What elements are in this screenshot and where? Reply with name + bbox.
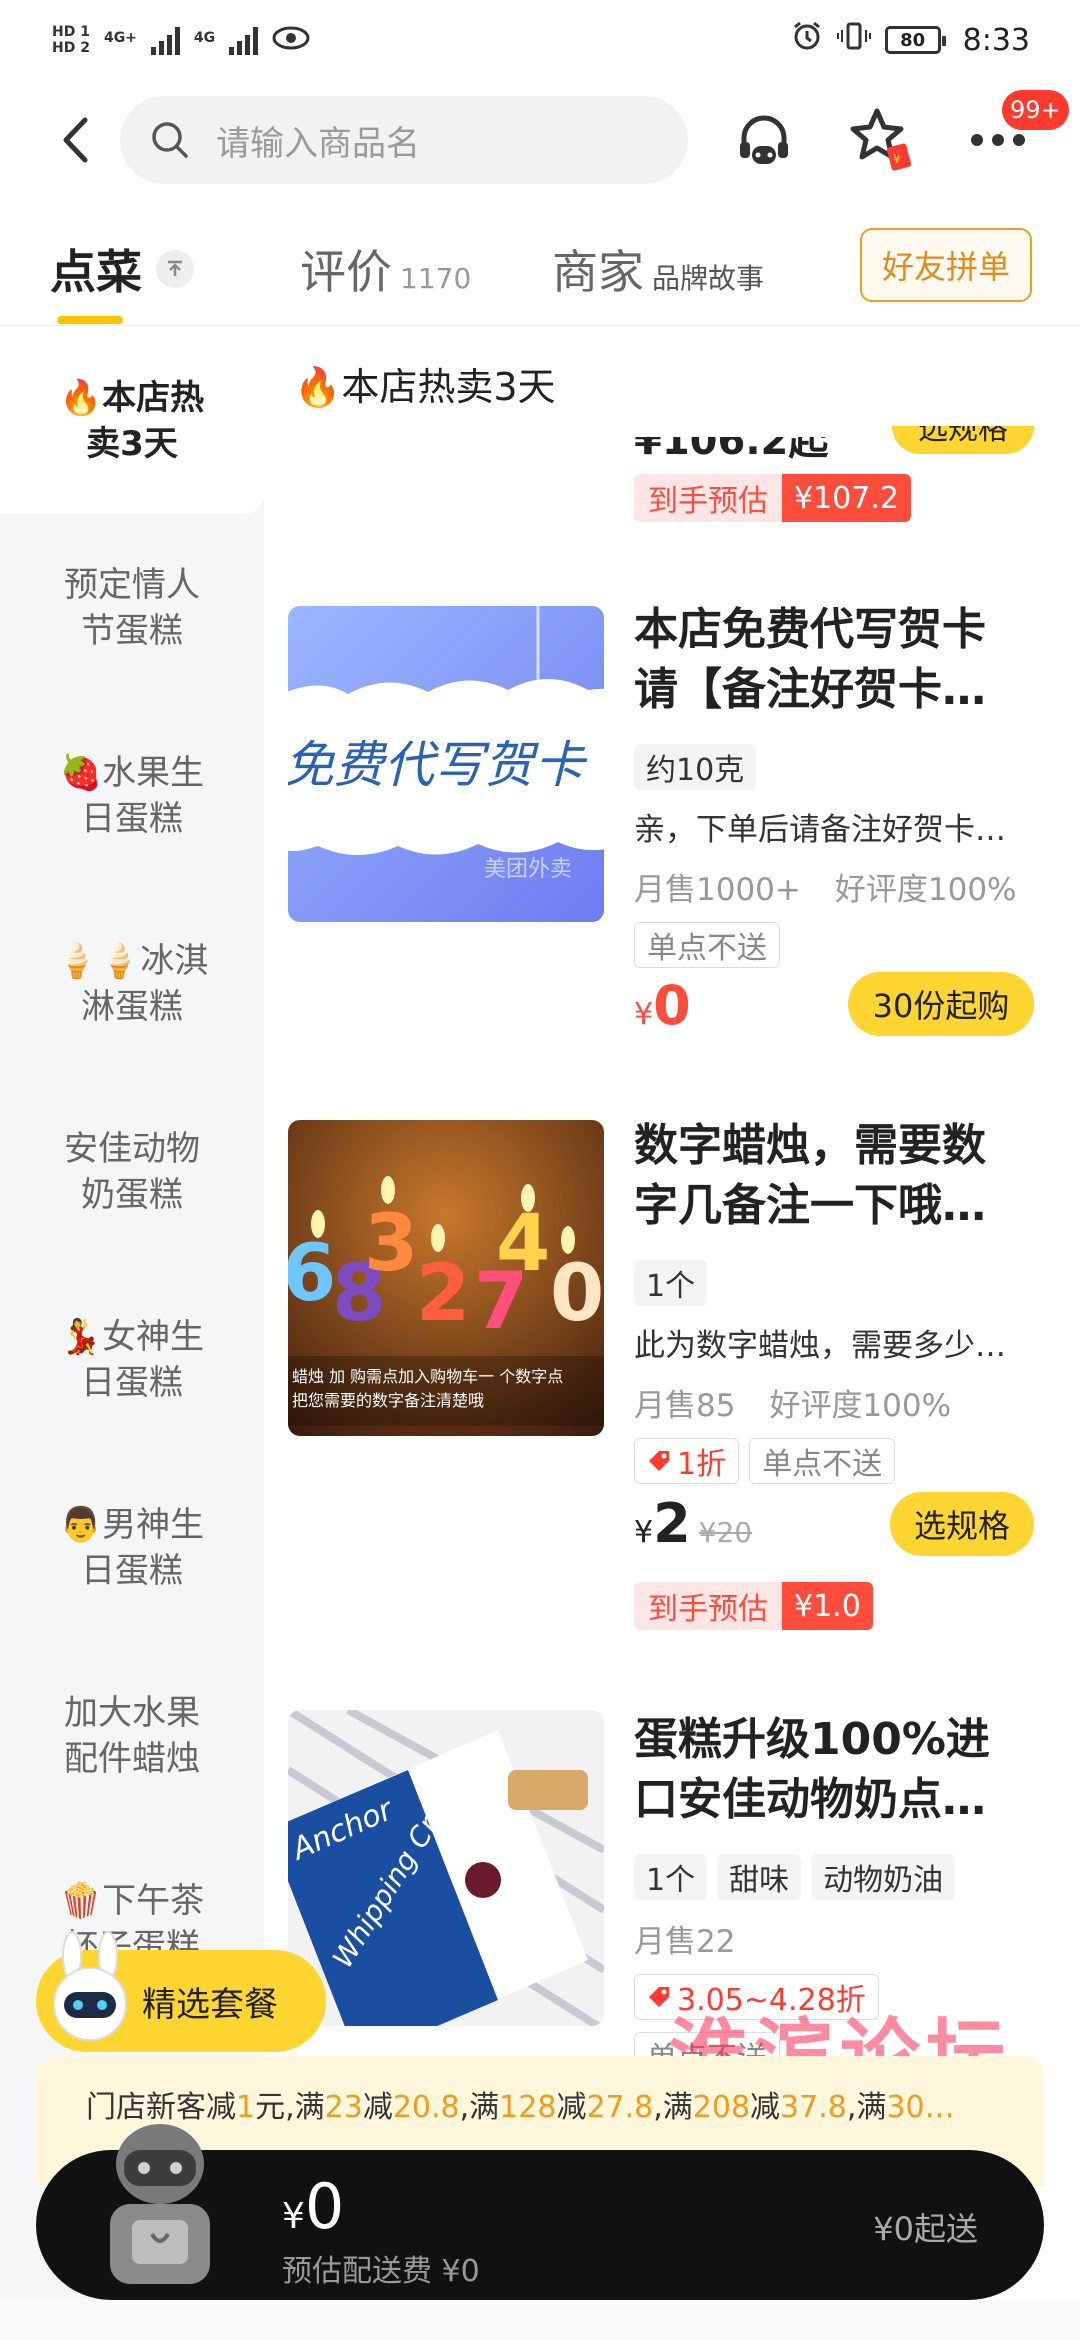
candles-image: 6 8 3 2 7 4 0 蜡烛 加 购需点加入购物车一 个数字点 把您需要的数… [288,1176,604,1426]
cart-robot-icon[interactable] [80,2112,240,2302]
spec-chip: 动物奶油 [811,1854,956,1900]
svg-text:免费代写贺卡: 免费代写贺卡 [288,736,588,794]
reviews-count: 1170 [400,262,472,295]
min-order-button[interactable]: 30份起购 [848,972,1034,1036]
search-icon [152,122,188,158]
svg-text:3: 3 [364,1199,418,1289]
signal-icon-2 [229,25,259,55]
rating: 好评度100% [769,1388,952,1424]
headset-icon [740,115,788,164]
tab-order[interactable]: 点菜 [50,236,194,302]
no-single-delivery-tag: 单点不送 [634,922,780,968]
product-title[interactable]: 本店免费代写贺卡 请【备注好贺卡… [634,600,1044,720]
tab-indicator [57,316,123,324]
network-type-1: 4G+ [103,30,137,46]
svg-text:¥: ¥ [893,152,901,166]
search-placeholder: 请输入商品名 [216,123,420,164]
min-order-label: ¥0起送 [873,2210,978,2248]
signal-icon [150,25,180,55]
network-type-2: 4G [193,30,216,46]
svg-text:把您需要的数字备注清楚哦: 把您需要的数字备注清楚哦 [292,1391,484,1410]
next-row-peek [0,2300,1080,2340]
notification-badge: 99+ [1002,90,1069,130]
monthly-sales: 月售1000+ [634,872,801,908]
merchant-subtitle: 品牌故事 [652,262,765,295]
whipping-cream-image: Anchor Whipping Cream [288,1710,604,2026]
discount-tag: 1折 [634,1438,740,1484]
sidebar-item-goddess[interactable]: 💃女神生 日蛋糕 [0,1266,264,1454]
tag-icon [649,1451,669,1471]
eye-icon [272,25,310,56]
star-icon: ¥ [850,108,912,171]
product-price: ¥ 0 [634,974,691,1037]
svg-text:2: 2 [416,1249,470,1339]
hd-indicator: HD 1 HD 2 [52,24,90,56]
search-input[interactable]: 请输入商品名 [120,96,688,184]
product-desc: 此为数字蜡烛，需要多少… [634,1328,1006,1364]
no-single-delivery-tag: 单点不送 [749,1438,896,1484]
svg-text:4: 4 [496,1199,550,1289]
svg-text:美团外卖: 美团外卖 [484,857,572,882]
back-button[interactable] [50,112,100,168]
select-spec-button[interactable]: 选规格 [892,426,1034,454]
monthly-sales: 月售85 [634,1388,736,1424]
product-image[interactable]: 免费代写贺卡 美团外卖 [288,606,604,922]
original-price: ¥20 [698,1516,753,1549]
rating: 好评度100% [834,872,1017,908]
svg-text:0: 0 [550,1249,604,1339]
svg-text:6: 6 [288,1229,336,1319]
cart-total: ¥ 0 [282,2170,345,2243]
favorite-button[interactable]: ¥ [846,104,918,176]
product-title[interactable]: 蛋糕升级100%进 口安佳动物奶点… [634,1710,1044,1830]
group-order-button[interactable]: 好友拼单 [860,228,1032,302]
product-desc: 亲，下单后请备注好贺卡… [634,812,1006,848]
sidebar-item-valentine[interactable]: 预定情人 节蛋糕 [0,514,264,702]
sidebar-item-icecream[interactable]: 🍦🍦冰淇 淋蛋糕 [0,890,264,1078]
sidebar-item-god[interactable]: 👨男神生 日蛋糕 [0,1454,264,1642]
header: 请输入商品名 ¥ 99+ [0,90,1080,190]
delivery-fee: 预估配送费 ¥0 [282,2254,480,2289]
vibrate-icon [836,21,871,59]
bunny-mascot-icon [42,1930,138,2050]
product-title[interactable]: 数字蜡烛，需要数 字几备注一下哦… [634,1116,1044,1236]
alarm-icon [791,20,823,60]
estimated-price-tag: 到手预估 ¥1.0 [634,1582,873,1630]
sidebar-item-anchor[interactable]: 安佳动物 奶蛋糕 [0,1078,264,1266]
customer-service-button[interactable] [728,104,800,176]
more-icon [971,134,1025,146]
chevron-left-icon [63,117,88,163]
spec-chip: 约10克 [634,744,757,790]
spec-chip: 1个 [634,1260,708,1306]
section-title: 🔥本店热卖3天 [294,365,556,409]
partial-price: ¥106.2起 [634,418,829,464]
battery-icon: 80 [884,26,946,54]
tab-reviews[interactable]: 评价 1170 [300,236,471,302]
spec-chip: 1个 [634,1854,708,1900]
sidebar-item-fruit[interactable]: 🍓水果生 日蛋糕 [0,702,264,890]
tab-merchant[interactable]: 商家 品牌故事 [552,236,764,302]
sidebar-item-hot[interactable]: 🔥本店热 卖3天 [0,328,264,514]
product-image[interactable]: Anchor Whipping Cream [288,1710,604,2026]
product-price: ¥ 2 ¥20 [634,1492,753,1555]
svg-text:蜡烛 加 购需点加入购物车一 个数字点: 蜡烛 加 购需点加入购物车一 个数字点 [292,1367,563,1386]
spec-chip: 甜味 [717,1854,802,1900]
monthly-sales: 月售22 [634,1924,736,1960]
select-spec-button[interactable]: 选规格 [890,1492,1034,1556]
greeting-card-image: 免费代写贺卡 美团外卖 [288,606,604,882]
status-bar: HD 1 HD 2 4G+ 4G 80 8:33 [0,0,1080,80]
sidebar-item-candles[interactable]: 加大水果 配件蜡烛 [0,1642,264,1830]
collapse-icon[interactable] [156,250,194,288]
estimated-price-tag: 到手预估 ¥107.2 [634,474,911,522]
clock: 8:33 [962,22,1030,58]
product-image[interactable]: 6 8 3 2 7 4 0 蜡烛 加 购需点加入购物车一 个数字点 把您需要的数… [288,1120,604,1436]
